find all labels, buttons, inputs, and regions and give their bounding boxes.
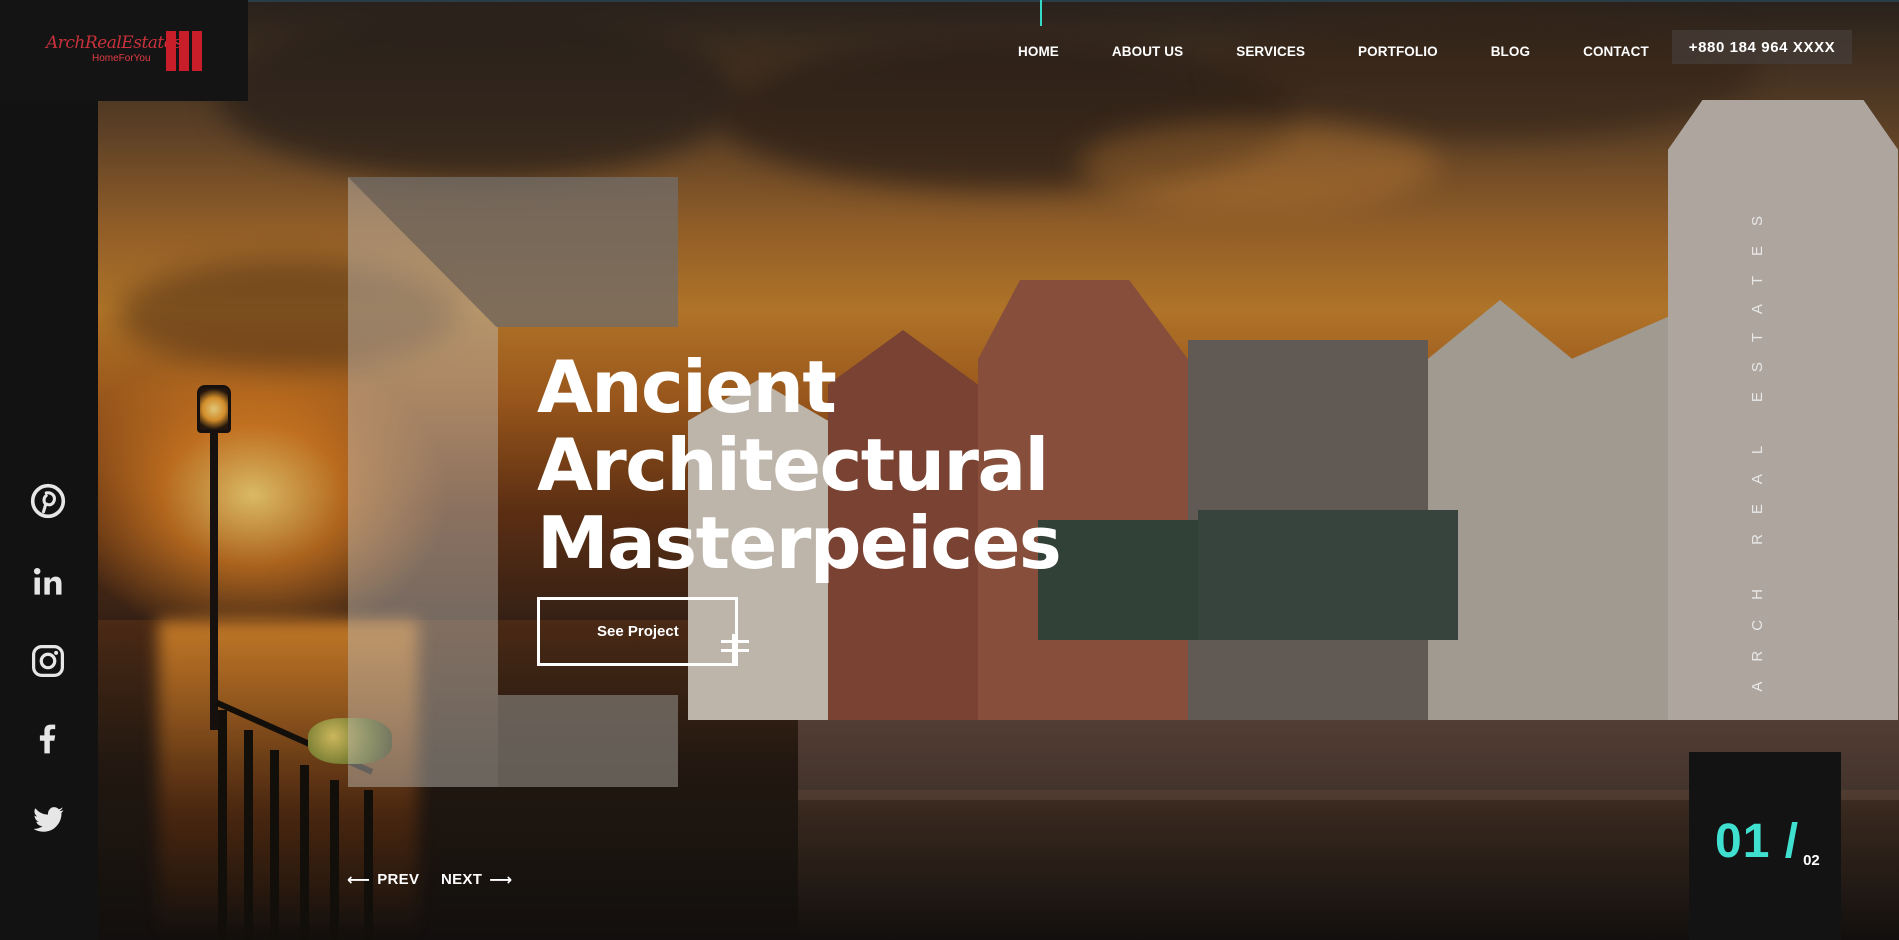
- arrow-right-icon: ⟶: [489, 870, 513, 889]
- main-nav: HOME ABOUT US SERVICES PORTFOLIO BLOG CO…: [1018, 44, 1649, 59]
- nav-item-portfolio[interactable]: PORTFOLIO: [1358, 44, 1438, 59]
- top-divider: [248, 0, 1899, 2]
- next-label: NEXT: [441, 871, 483, 888]
- logo[interactable]: ArchRealEstates HomeForYou: [0, 0, 248, 101]
- nav-accent-line: [1040, 0, 1042, 26]
- slide-current: 01 /: [1715, 815, 1800, 868]
- hero-frame-shade-bottom: [498, 695, 678, 787]
- logo-wordmark: ArchRealEstates: [46, 32, 182, 53]
- nav-item-contact[interactable]: CONTACT: [1583, 44, 1649, 59]
- see-project-label: See Project: [597, 623, 679, 640]
- slide-counter: 01 / 02: [1689, 752, 1841, 940]
- headline-line-2: Architectural: [537, 423, 1049, 507]
- logo-tagline: HomeForYou: [92, 52, 151, 64]
- logo-mark-icon: [166, 30, 202, 71]
- headline-line-1: Ancient: [537, 345, 837, 429]
- phone-number[interactable]: +880 184 964 XXXX: [1672, 30, 1852, 64]
- pinterest-icon[interactable]: [28, 481, 68, 521]
- hero-headline: Ancient Architectural Masterpeices: [537, 348, 1097, 582]
- instagram-icon[interactable]: [28, 641, 68, 681]
- see-project-button[interactable]: See Project: [537, 597, 749, 666]
- nav-item-blog[interactable]: BLOG: [1491, 44, 1530, 59]
- social-sidebar: [0, 0, 98, 940]
- next-button[interactable]: NEXT ⟶: [441, 870, 512, 889]
- headline-line-3: Masterpeices: [537, 501, 1062, 585]
- nav-item-about-us[interactable]: ABOUT US: [1112, 44, 1183, 59]
- prev-label: PREV: [377, 871, 420, 888]
- nav-item-services[interactable]: SERVICES: [1236, 44, 1305, 59]
- facebook-icon[interactable]: [28, 719, 68, 759]
- vertical-brand-text: ARCH REAL ESTATES: [1747, 196, 1767, 692]
- plus-lines-icon: [721, 634, 751, 664]
- arrow-left-icon: ⟵: [347, 870, 371, 889]
- slide-total: 02: [1803, 852, 1820, 869]
- vertical-brand-label: ARCH REAL ESTATES: [1748, 196, 1766, 692]
- nav-item-home[interactable]: HOME: [1018, 44, 1059, 59]
- prev-button[interactable]: ⟵ PREV: [347, 870, 419, 889]
- linkedin-icon[interactable]: [28, 562, 68, 602]
- twitter-icon[interactable]: [28, 800, 68, 840]
